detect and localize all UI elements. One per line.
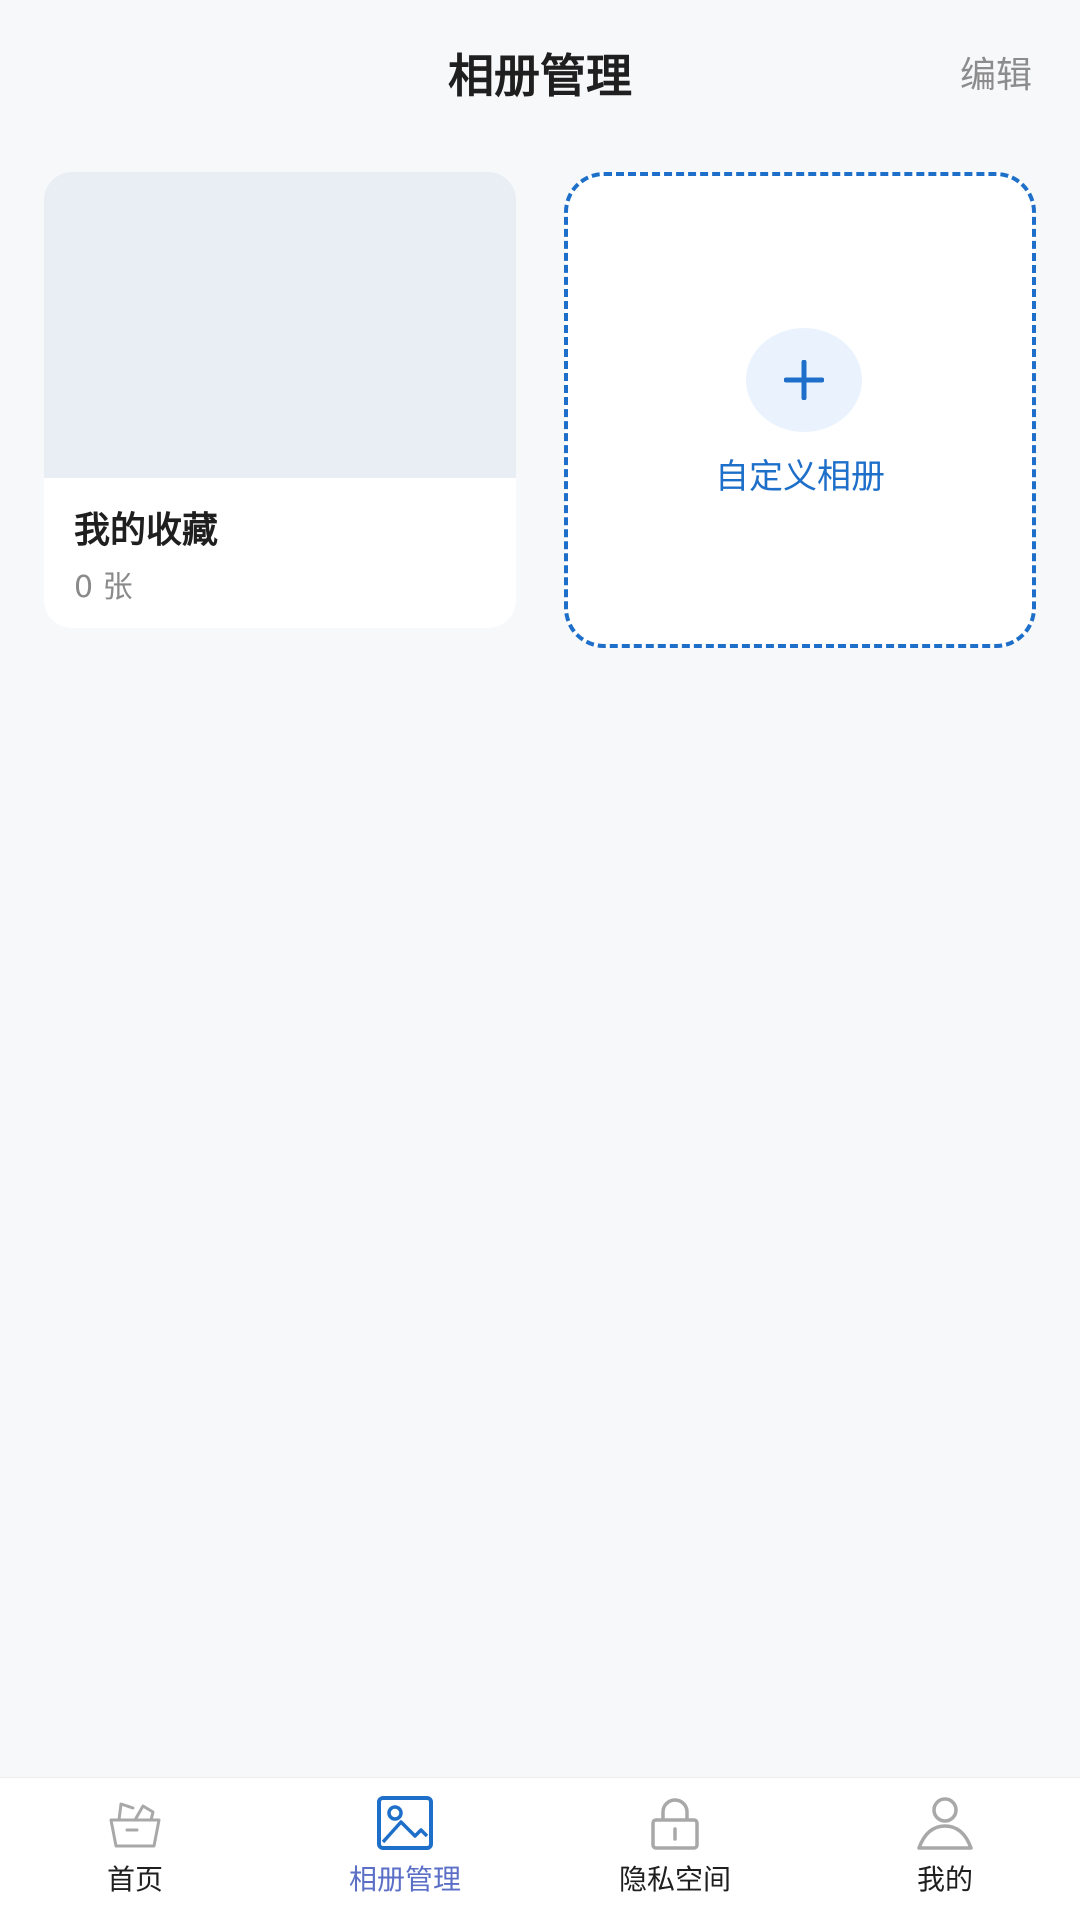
nav-label-home: 首页	[106, 1863, 163, 1896]
edit-button[interactable]: 编辑	[960, 52, 1032, 100]
album-count: 0 张	[74, 570, 133, 605]
page-title: 相册管理	[448, 49, 632, 103]
add-album-label: 自定义相册	[715, 457, 885, 497]
header: 相册管理 编辑	[0, 0, 1080, 150]
nav-label-private-space: 隐私空间	[618, 1863, 731, 1896]
album-card-favorites[interactable]: 我的收藏 0 张	[44, 172, 516, 628]
plus-icon	[746, 328, 862, 432]
nav-item-album-management[interactable]: 相册管理	[270, 1778, 540, 1920]
nav-label-me: 我的	[916, 1863, 973, 1896]
album-management-screen: 相册管理 编辑 我的收藏 0 张 自定义相册 首页 相册管理 隐私空间 我的	[0, 0, 1080, 1920]
album-cover	[44, 172, 516, 478]
basket-icon	[105, 1796, 165, 1852]
nav-item-me[interactable]: 我的	[810, 1778, 1080, 1920]
album-name: 我的收藏	[74, 510, 219, 551]
nav-item-private-space[interactable]: 隐私空间	[540, 1778, 810, 1920]
image-icon	[375, 1796, 435, 1852]
lock-icon	[645, 1796, 705, 1852]
bottom-nav: 首页 相册管理 隐私空间 我的	[0, 1777, 1080, 1920]
add-custom-album-button[interactable]: 自定义相册	[564, 172, 1036, 648]
nav-label-album-management: 相册管理	[348, 1863, 461, 1896]
user-icon	[915, 1796, 975, 1852]
nav-item-home[interactable]: 首页	[0, 1778, 270, 1920]
